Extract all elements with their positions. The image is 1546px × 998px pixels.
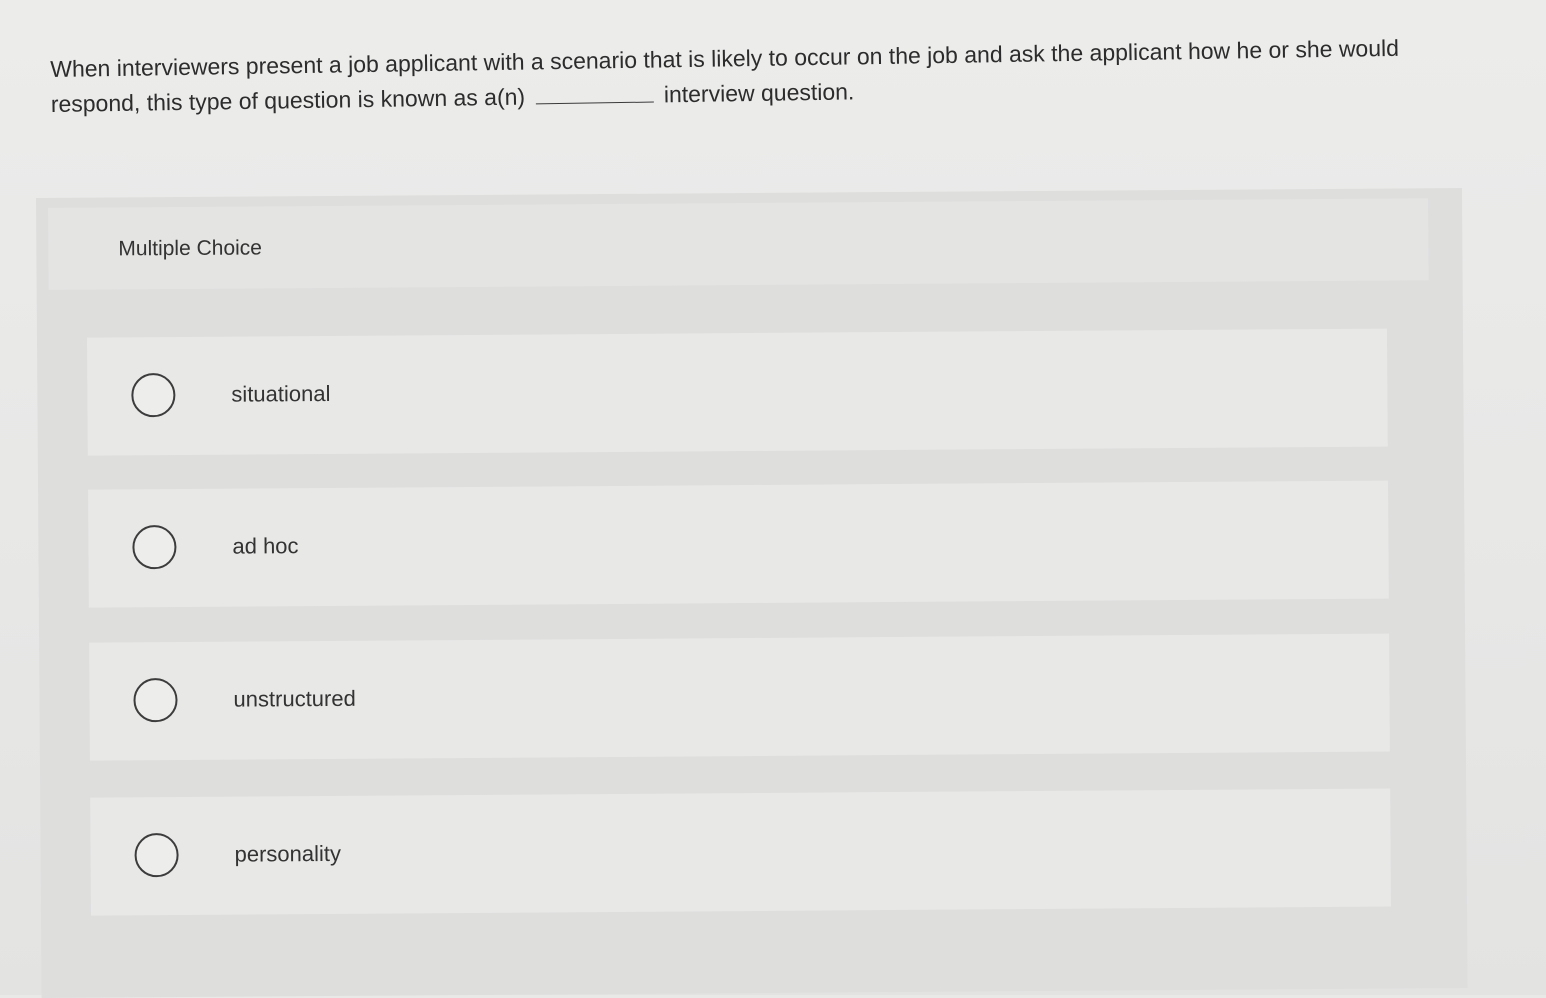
multiple-choice-label: Multiple Choice [118, 236, 263, 261]
option-label: situational [231, 380, 331, 407]
multiple-choice-panel: Multiple Choice situational ad hoc unstr… [36, 188, 1468, 998]
option-label: unstructured [233, 685, 356, 712]
answer-blank [535, 81, 654, 105]
question-text-after: interview question. [663, 78, 855, 108]
option-unstructured[interactable]: unstructured [89, 633, 1390, 761]
question-text: When interviewers present a job applican… [50, 30, 1431, 122]
option-ad-hoc[interactable]: ad hoc [88, 480, 1389, 608]
option-personality[interactable]: personality [90, 788, 1391, 916]
option-label: ad hoc [232, 533, 299, 559]
radio-button-icon[interactable] [132, 525, 177, 570]
radio-button-icon[interactable] [131, 373, 176, 418]
page-background: When interviewers present a job applican… [0, 0, 1546, 998]
option-label: personality [234, 840, 342, 867]
radio-button-icon[interactable] [134, 833, 179, 878]
multiple-choice-header: Multiple Choice [48, 198, 1429, 290]
option-situational[interactable]: situational [86, 328, 1388, 456]
radio-button-icon[interactable] [133, 678, 178, 723]
